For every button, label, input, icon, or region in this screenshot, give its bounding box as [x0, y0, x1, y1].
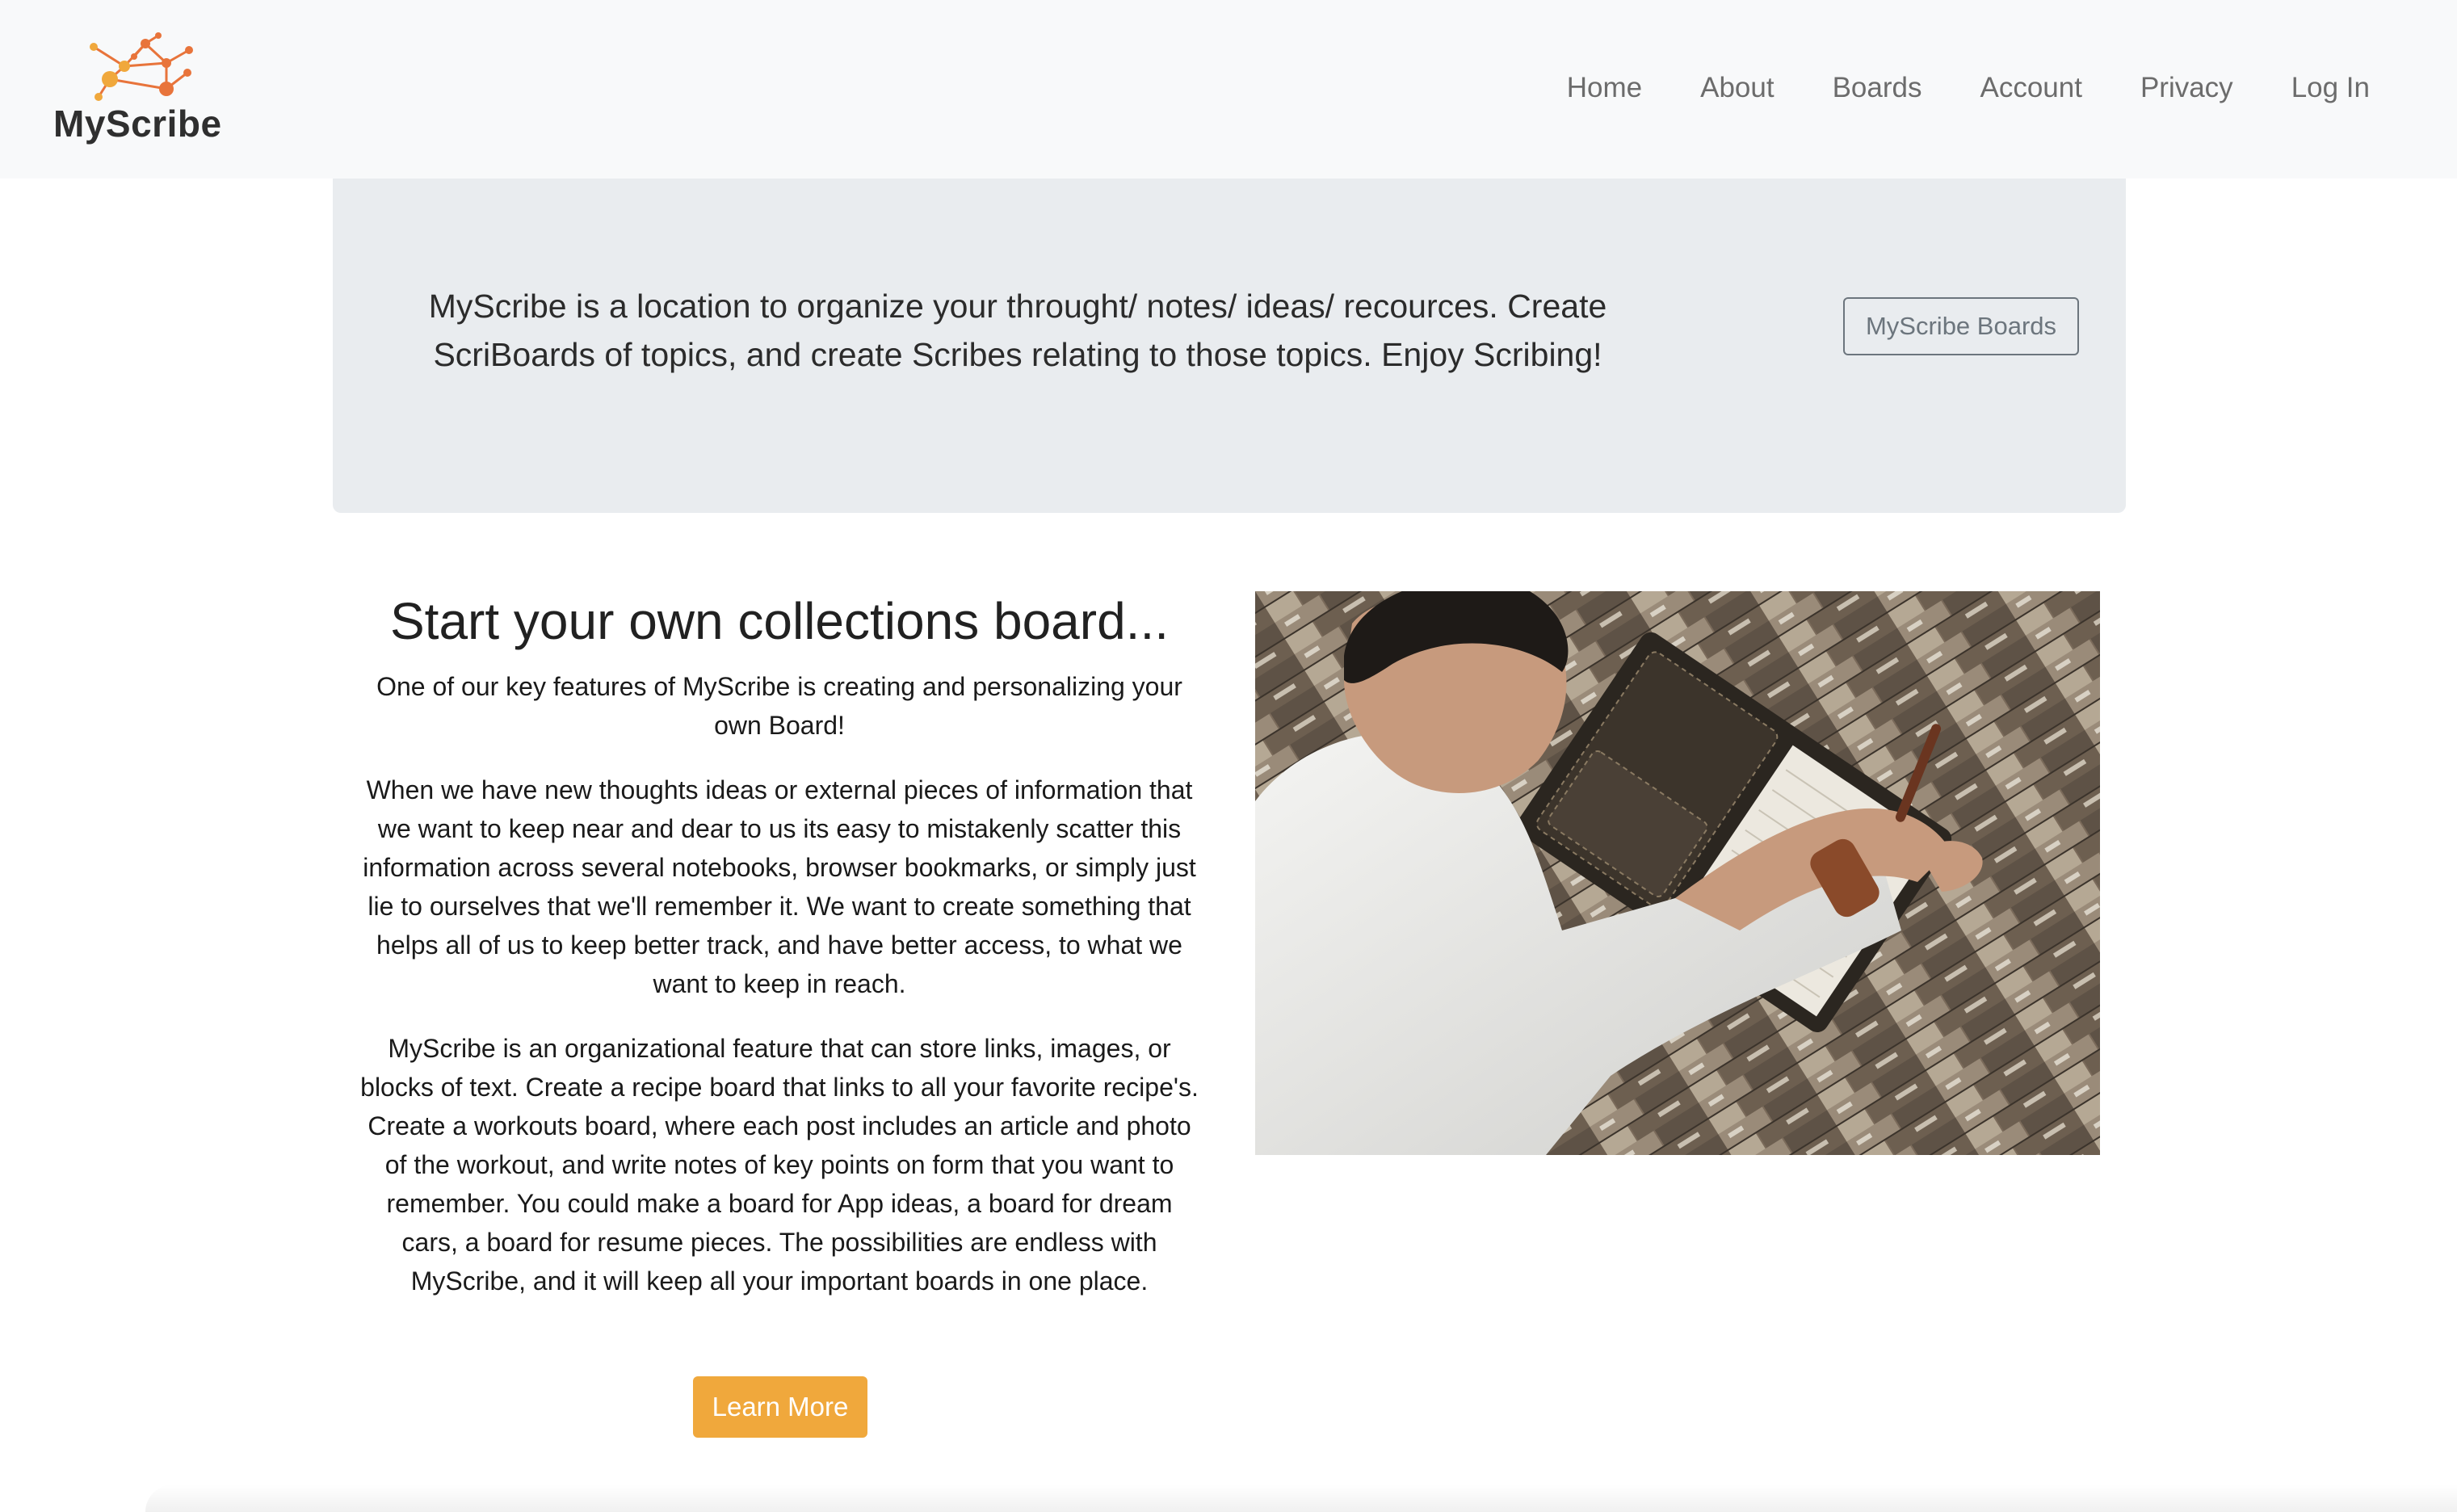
brand-name: MyScribe: [53, 103, 222, 145]
nav-boards-link[interactable]: Boards: [1804, 63, 1951, 113]
feature-title: Start your own collections board...: [389, 592, 1170, 650]
nav-login-link[interactable]: Log In: [2262, 63, 2399, 113]
navbar: MyScribe Home About Boards Account Priva…: [0, 0, 2457, 178]
intro-jumbotron: MyScribe is a location to organize your …: [333, 178, 2126, 513]
feature-paragraph-3: MyScribe is an organizational feature th…: [360, 1034, 1199, 1296]
network-logo-icon: [90, 32, 193, 101]
nav-home-link[interactable]: Home: [1538, 63, 1671, 113]
learn-more-button[interactable]: Learn More: [693, 1376, 867, 1438]
feature-paragraph-2: When we have new thoughts ideas or exter…: [363, 775, 1196, 998]
nav-about-link[interactable]: About: [1671, 63, 1803, 113]
page: MyScribe Home About Boards Account Priva…: [0, 0, 2457, 1512]
feature-section: Start your own collections board... One …: [355, 586, 1203, 1300]
person-writing-photo-icon: [1255, 591, 2100, 1155]
feature-photo: [1255, 591, 2100, 1155]
nav-links: Home About Boards Account Privacy Log In: [1538, 63, 2399, 113]
myscribe-boards-button[interactable]: MyScribe Boards: [1843, 297, 2079, 355]
intro-text: MyScribe is a location to organize your …: [428, 288, 1607, 373]
nav-account-link[interactable]: Account: [1951, 63, 2110, 113]
feature-paragraph-1: One of our key features of MyScribe is c…: [376, 672, 1182, 740]
bottom-shadow: [145, 1485, 2457, 1512]
brand-logo[interactable]: MyScribe: [48, 32, 242, 153]
nav-privacy-link[interactable]: Privacy: [2111, 63, 2262, 113]
